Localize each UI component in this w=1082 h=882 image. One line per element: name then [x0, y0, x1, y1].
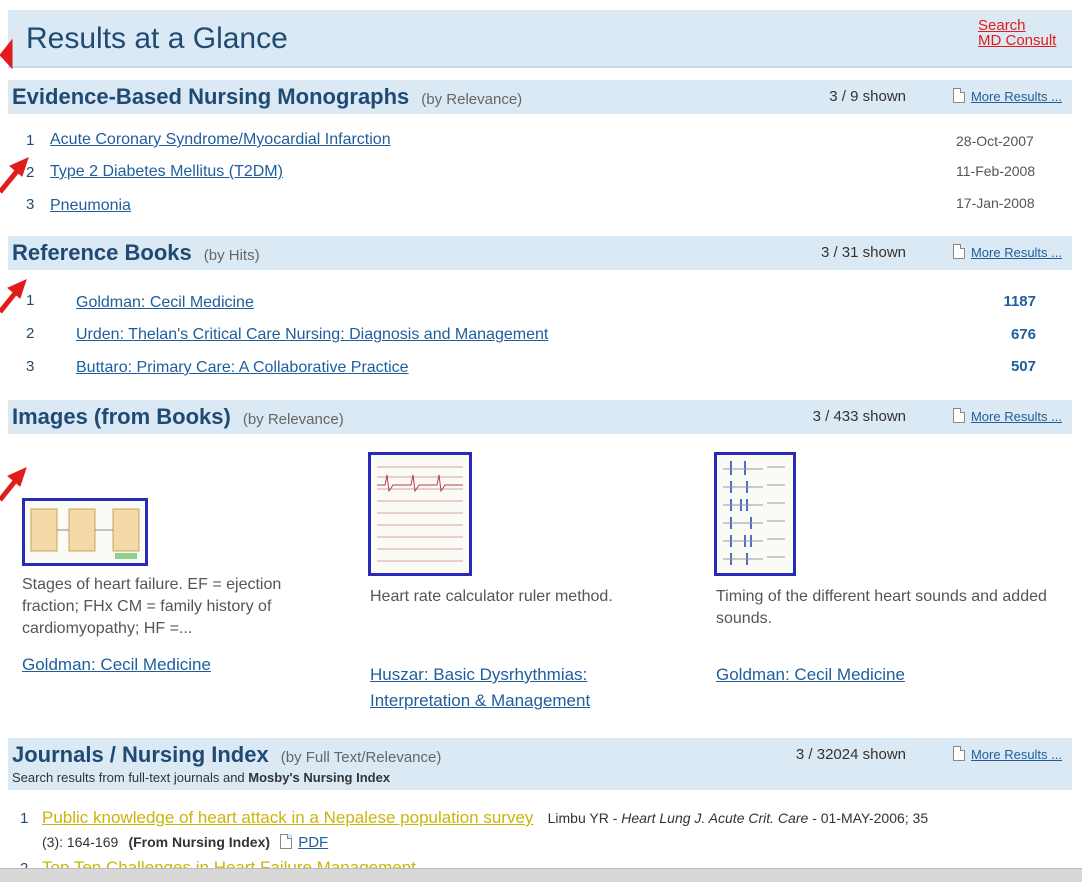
monographs-more-results-link[interactable]: More Results ... [952, 88, 1062, 104]
list-item-number: 3 [26, 196, 35, 213]
red-arrow-icon [0, 38, 13, 70]
page-title: Results at a Glance [26, 22, 288, 55]
monograph-date: 17-Jan-2008 [956, 195, 1035, 211]
image-caption: Heart rate calculator ruler method. [370, 588, 613, 605]
pdf-link[interactable]: PDF [280, 834, 328, 851]
monograph-link[interactable]: Acute Coronary Syndrome/Myocardial Infar… [50, 131, 391, 149]
monographs-shown-count: 3 / 9 shown [829, 88, 906, 105]
list-item-number: 2 [26, 325, 35, 342]
journal-authors: Limbu YR - [547, 810, 622, 826]
image-source-link[interactable]: Goldman: Cecil Medicine [716, 662, 1016, 688]
journals-more-results-link[interactable]: More Results ... [952, 746, 1062, 762]
list-item-number: 1 [26, 292, 35, 309]
journal-source: (From Nursing Index) [128, 834, 271, 850]
image-thumbnail-heart-sounds[interactable] [714, 452, 796, 576]
images-title: Images (from Books) (by Relevance) [12, 404, 344, 429]
images-sort: (by Relevance) [242, 411, 344, 428]
flowchart-thumbnail-icon [30, 508, 140, 559]
reference-book-hits: 676 [1010, 326, 1036, 343]
reference-books-sort: (by Hits) [203, 247, 260, 264]
heart-sounds-thumbnail-icon [723, 461, 785, 565]
journals-subtitle: Search results from full-text journals a… [12, 770, 391, 785]
search-link-line1: Search [978, 17, 1026, 34]
journals-shown-count: 3 / 32024 shown [795, 746, 906, 763]
reference-book-hits: 1187 [1003, 293, 1036, 310]
reference-books-more-results-link[interactable]: More Results ... [952, 244, 1062, 260]
document-icon [952, 88, 965, 103]
monographs-sort: (by Relevance) [421, 91, 523, 108]
journal-article-link[interactable]: Public knowledge of heart attack in a Ne… [42, 808, 533, 827]
journal-result-row-cont: (3): 164-169 (From Nursing Index) PDF [42, 834, 328, 851]
journals-title: Journals / Nursing Index (by Full Text/Re… [12, 742, 442, 767]
image-thumbnail-heart-rate[interactable] [368, 452, 472, 576]
monograph-date: 11-Feb-2008 [956, 163, 1036, 179]
search-link-line2: MD Consult [978, 32, 1057, 49]
reference-books-header: Reference Books (by Hits) 3 / 31 shown Mo… [8, 236, 1072, 270]
reference-book-link[interactable]: Goldman: Cecil Medicine [76, 294, 254, 312]
journal-result-row: Public knowledge of heart attack in a Ne… [42, 808, 1072, 828]
monographs-header: Evidence-Based Nursing Monographs (by Rel… [8, 80, 1072, 114]
horizontal-scrollbar[interactable] [0, 868, 1082, 882]
images-more-results-link[interactable]: More Results ... [952, 408, 1062, 424]
reference-book-hits: 507 [1010, 358, 1036, 375]
image-source-link[interactable]: Huszar: Basic Dysrhythmias: Interpretati… [370, 662, 670, 714]
journals-header: Journals / Nursing Index (by Full Text/Re… [8, 738, 1072, 790]
search-md-consult-link[interactable]: Search MD Consult [978, 18, 1056, 48]
monograph-date: 28-Oct-2007 [956, 133, 1034, 149]
image-caption: Stages of heart failure. EF = ejection f… [22, 576, 282, 637]
journal-name: Heart Lung J. Acute Crit. Care [621, 810, 809, 826]
image-thumbnail-heart-failure[interactable] [22, 498, 148, 566]
list-item-number: 3 [26, 358, 35, 375]
list-item-number: 2 [26, 164, 35, 181]
list-item-number: 1 [26, 132, 35, 149]
images-shown-count: 3 / 433 shown [812, 408, 906, 425]
monograph-link[interactable]: Type 2 Diabetes Mellitus (T2DM) [50, 163, 283, 181]
reference-books-title: Reference Books (by Hits) [12, 240, 260, 265]
document-icon [952, 408, 965, 423]
monographs-title: Evidence-Based Nursing Monographs (by Rel… [12, 84, 523, 109]
image-source-link[interactable]: Goldman: Cecil Medicine [22, 652, 322, 678]
pdf-icon [280, 834, 293, 849]
document-icon [952, 746, 965, 761]
journals-sort: (by Full Text/Relevance) [280, 749, 442, 766]
images-header: Images (from Books) (by Relevance) 3 / 43… [8, 400, 1072, 434]
reference-book-link[interactable]: Urden: Thelan's Critical Care Nursing: D… [76, 326, 548, 344]
document-icon [952, 244, 965, 259]
image-caption: Timing of the different heart sounds and… [716, 588, 1047, 627]
title-bar: Results at a Glance [8, 10, 1072, 68]
journal-details: - 01-MAY-2006; 35 [808, 810, 929, 826]
ruler-thumbnail-icon [377, 466, 463, 562]
list-item-number: 1 [20, 810, 29, 827]
monograph-link[interactable]: Pneumonia [50, 197, 131, 215]
journal-details-cont: (3): 164-169 [42, 834, 119, 850]
reference-book-link[interactable]: Buttaro: Primary Care: A Collaborative P… [76, 359, 409, 377]
reference-books-shown-count: 3 / 31 shown [820, 244, 906, 261]
